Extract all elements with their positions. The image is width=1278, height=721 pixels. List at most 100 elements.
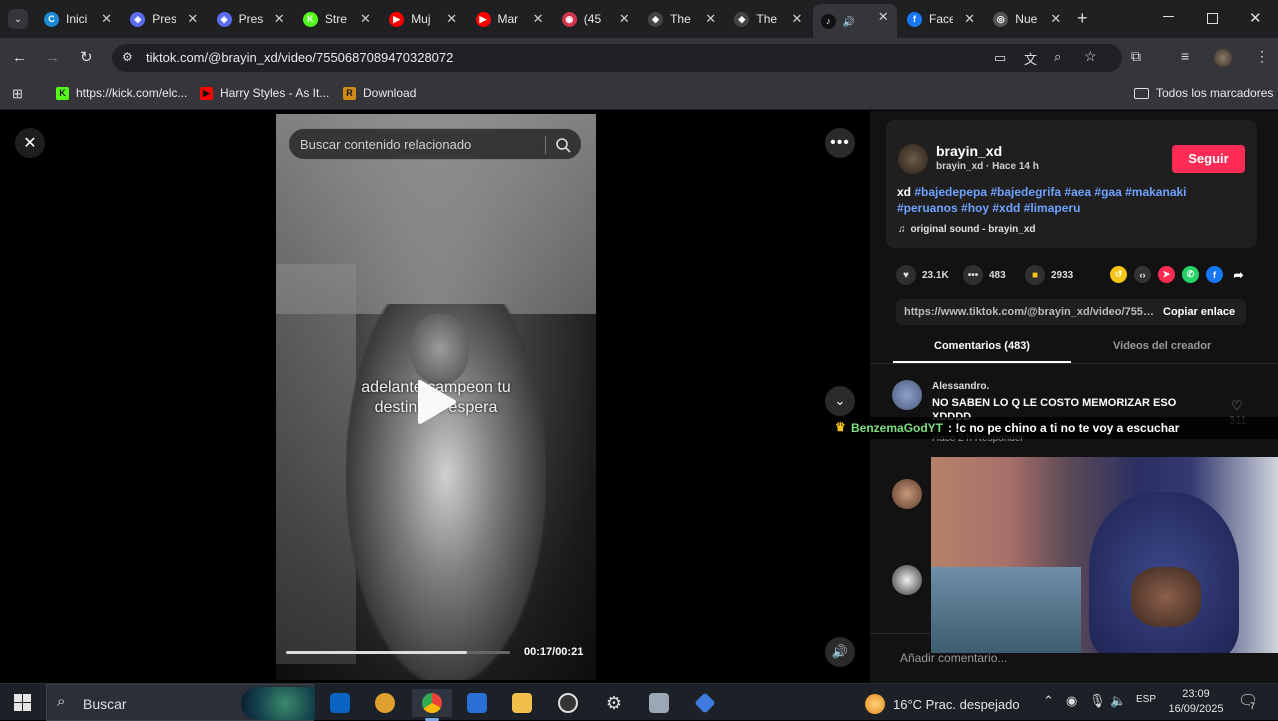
close-tab-icon[interactable]: ✕ bbox=[1050, 11, 1061, 27]
bookmark-item[interactable]: ▶ Harry Styles - As It... bbox=[200, 86, 329, 100]
close-tab-icon[interactable]: ✕ bbox=[964, 11, 975, 27]
network-icon[interactable]: ◉ bbox=[1066, 693, 1077, 709]
video-player[interactable]: Buscar contenido relacionado adelante ca… bbox=[276, 114, 596, 680]
browser-tab[interactable]: ▶ Mar ✕ bbox=[468, 6, 552, 32]
browser-menu-icon[interactable]: ⋮ bbox=[1255, 48, 1269, 65]
obs-app[interactable] bbox=[548, 689, 588, 717]
media-control-icon[interactable]: ≡ bbox=[1181, 48, 1189, 64]
browser-tab[interactable]: ♪ 🔊 ✕ bbox=[812, 4, 897, 38]
reload-icon[interactable]: ↻ bbox=[80, 48, 93, 66]
search-icon[interactable] bbox=[555, 137, 571, 153]
browser-tab[interactable]: f Face ✕ bbox=[899, 6, 983, 32]
browser-tab[interactable]: ◎ Nue ✕ bbox=[985, 6, 1069, 32]
tab-creator-videos[interactable]: Videos del creador bbox=[1113, 340, 1211, 352]
close-tab-icon[interactable]: ✕ bbox=[360, 11, 371, 27]
play-icon[interactable] bbox=[416, 378, 458, 426]
close-tab-icon[interactable]: ✕ bbox=[101, 11, 112, 27]
related-search-input[interactable]: Buscar contenido relacionado bbox=[288, 128, 582, 160]
tray-chevron-icon[interactable]: ⌃ bbox=[1043, 693, 1054, 709]
site-settings-icon[interactable]: ⚙ bbox=[122, 50, 133, 64]
browser-tab[interactable]: ◈ Pres ✕ bbox=[209, 6, 293, 32]
embed-icon[interactable]: ‹› bbox=[1134, 266, 1151, 283]
sound-link[interactable]: ♫ original sound - brayin_xd bbox=[898, 224, 1036, 235]
creator-avatar[interactable] bbox=[898, 144, 928, 174]
more-options-button[interactable]: ••• bbox=[825, 128, 855, 158]
mic-icon[interactable]: 🎙 bbox=[1089, 693, 1106, 709]
profile-avatar[interactable] bbox=[1214, 49, 1232, 67]
tab-search-button[interactable]: ⌄ bbox=[8, 9, 28, 29]
close-tab-icon[interactable]: ✕ bbox=[705, 11, 716, 27]
whatsapp-icon[interactable]: ✆ bbox=[1182, 266, 1199, 283]
tab-comments[interactable]: Comentarios (483) bbox=[934, 340, 1030, 352]
comment-username[interactable]: Alessandro. bbox=[932, 381, 989, 392]
follow-button[interactable]: Seguir bbox=[1172, 145, 1245, 173]
copy-link-button[interactable]: Copiar enlace bbox=[1163, 306, 1235, 318]
hashtags-line-1[interactable]: #bajedepepa #bajedegrifa #aea #gaa #maka… bbox=[914, 185, 1186, 199]
comment-avatar[interactable] bbox=[892, 565, 922, 595]
weather-widget[interactable]: 16°C Prac. despejado bbox=[865, 694, 1020, 714]
browser-tab[interactable]: C Inici ✕ bbox=[36, 6, 120, 32]
close-video-button[interactable]: ✕ bbox=[15, 128, 45, 158]
zoom-icon[interactable]: ⌕ bbox=[1054, 49, 1061, 65]
browser-tab[interactable]: ▶ Muj ✕ bbox=[381, 6, 465, 32]
add-comment-input[interactable]: Añadir comentario... bbox=[900, 651, 1007, 665]
hashtags-line-2[interactable]: #peruanos #hoy #xdd #limaperu bbox=[897, 201, 1080, 215]
creator-username[interactable]: brayin_xd bbox=[936, 143, 1002, 159]
video-link-text[interactable]: https://www.tiktok.com/@brayin_xd/video/… bbox=[904, 306, 1154, 318]
browser-tab[interactable]: ◈ Pres ✕ bbox=[122, 6, 206, 32]
comment-avatar[interactable] bbox=[892, 479, 922, 509]
restore-icon[interactable] bbox=[1207, 13, 1218, 24]
next-video-button[interactable]: ⌄ bbox=[825, 386, 855, 416]
browser-tab[interactable]: ◆ The ✕ bbox=[726, 6, 810, 32]
chrome-app[interactable] bbox=[412, 689, 452, 721]
extensions-icon[interactable]: ⧉ bbox=[1131, 48, 1141, 65]
speaker-icon[interactable]: 🔈 bbox=[1110, 693, 1126, 709]
send-icon[interactable]: ➤ bbox=[1158, 266, 1175, 283]
store-app[interactable] bbox=[457, 689, 497, 717]
share-arrow-icon[interactable]: ➦ bbox=[1230, 266, 1247, 283]
back-icon[interactable]: ← bbox=[12, 49, 27, 66]
facebook-icon[interactable]: f bbox=[1206, 266, 1223, 283]
comment-like-icon[interactable]: ♡ bbox=[1231, 398, 1243, 414]
repost-icon[interactable]: ↺ bbox=[1110, 266, 1127, 283]
close-tab-icon[interactable]: ✕ bbox=[274, 11, 285, 27]
close-tab-icon[interactable]: ✕ bbox=[878, 9, 889, 25]
awards-app[interactable] bbox=[365, 689, 405, 717]
like-stat[interactable]: ♥ 23.1K bbox=[896, 265, 949, 285]
windows-start-icon[interactable] bbox=[14, 694, 31, 711]
address-bar[interactable]: ⚙ tiktok.com/@brayin_xd/video/7550687089… bbox=[112, 44, 1122, 72]
close-tab-icon[interactable]: ✕ bbox=[446, 11, 457, 27]
input-language[interactable]: ESP bbox=[1136, 694, 1156, 705]
close-tab-icon[interactable]: ✕ bbox=[533, 11, 544, 27]
translate-icon[interactable]: 文 bbox=[1024, 49, 1037, 68]
comment-avatar[interactable] bbox=[892, 380, 922, 410]
outlook-app[interactable] bbox=[320, 689, 360, 717]
bookmark-item[interactable]: Khttps://kick.com/elc... bbox=[56, 86, 187, 100]
close-window-icon[interactable]: ✕ bbox=[1249, 9, 1262, 27]
bookmark-item[interactable]: R Download bbox=[343, 86, 416, 100]
new-tab-icon[interactable]: + bbox=[1077, 8, 1088, 29]
audio-playing-icon[interactable]: 🔊 bbox=[843, 17, 855, 28]
comment-stat[interactable]: ••• 483 bbox=[963, 265, 1006, 285]
browser-tab[interactable]: ◆ The ✕ bbox=[640, 6, 724, 32]
browser-tab[interactable]: ◉ (45 ✕ bbox=[554, 6, 638, 32]
close-tab-icon[interactable]: ✕ bbox=[791, 11, 802, 27]
minimize-icon[interactable] bbox=[1163, 16, 1174, 17]
cast-icon[interactable]: ▭ bbox=[994, 50, 1006, 66]
volume-button[interactable]: 🔊 bbox=[825, 637, 855, 667]
close-tab-icon[interactable]: ✕ bbox=[187, 11, 198, 27]
browser-tab[interactable]: K Stre ✕ bbox=[295, 6, 379, 32]
apps-grid-icon[interactable]: ⊞ bbox=[12, 86, 23, 102]
window-app[interactable] bbox=[639, 689, 679, 717]
video-progress-bar[interactable] bbox=[286, 651, 510, 654]
all-bookmarks[interactable]: Todos los marcadores bbox=[1134, 86, 1273, 100]
notification-center[interactable]: 🗨 7 bbox=[1238, 691, 1258, 711]
settings-app[interactable]: ⚙ bbox=[594, 689, 634, 717]
explorer-app[interactable] bbox=[502, 689, 542, 717]
taskbar-clock[interactable]: 23:09 16/09/2025 bbox=[1166, 687, 1226, 717]
close-tab-icon[interactable]: ✕ bbox=[619, 11, 630, 27]
taskbar-search[interactable]: ⌕ Buscar bbox=[46, 684, 315, 721]
save-stat[interactable]: ■ 2933 bbox=[1025, 265, 1073, 285]
vscode-app[interactable] bbox=[685, 689, 725, 717]
bookmark-star-icon[interactable]: ☆ bbox=[1084, 48, 1097, 65]
